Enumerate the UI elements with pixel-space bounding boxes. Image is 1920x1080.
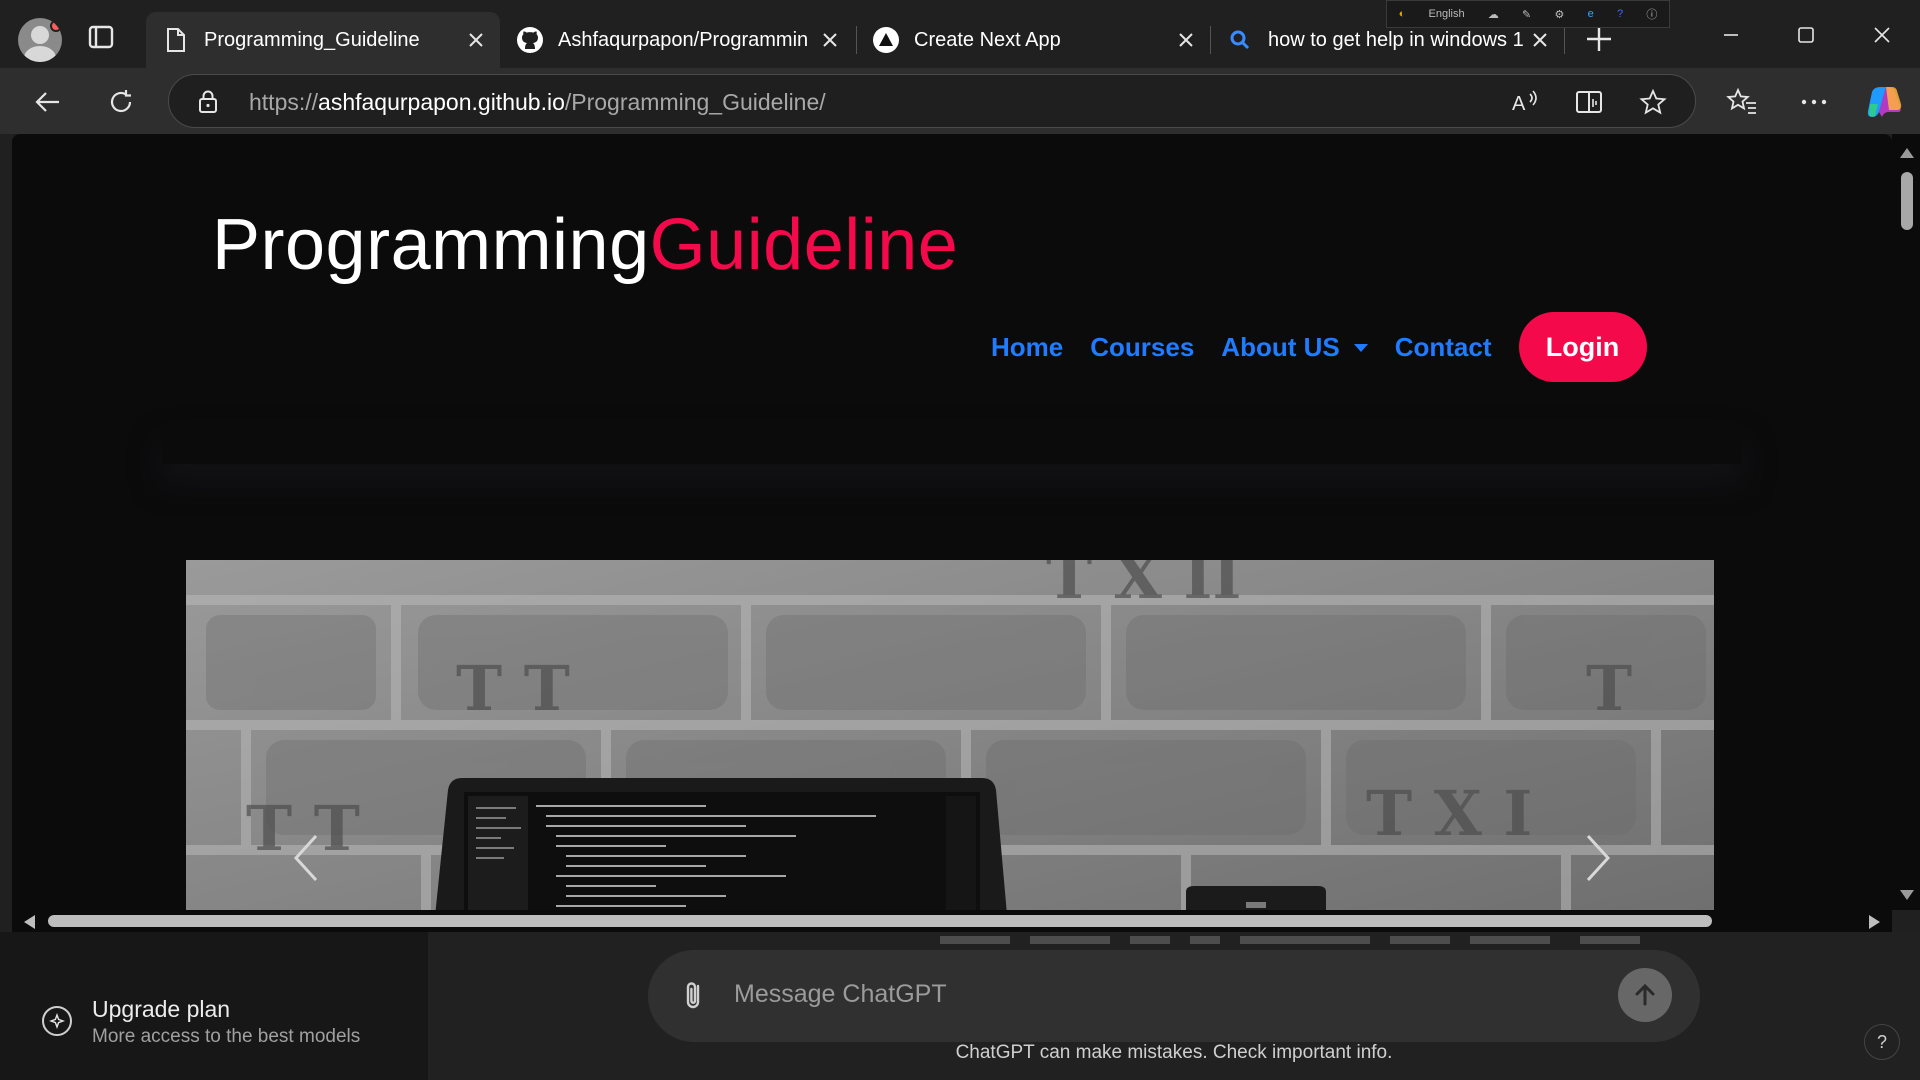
vertical-scrollbar[interactable]	[1892, 134, 1920, 910]
scroll-down-icon[interactable]	[1900, 890, 1914, 900]
tab-title: how to get help in windows 1	[1268, 28, 1524, 51]
github-icon	[516, 26, 544, 54]
caret-down-icon	[1353, 344, 1368, 352]
maximize-button[interactable]	[1786, 18, 1826, 52]
chatgpt-background-window: Upgrade plan More access to the best mod…	[0, 932, 1920, 1080]
chatgpt-composer[interactable]: Message ChatGPT	[648, 950, 1700, 1042]
page-icon	[162, 26, 190, 54]
svg-text:T: T	[1586, 652, 1632, 725]
hero-image: T X II T T T T T X I T	[186, 560, 1714, 926]
scroll-right-icon[interactable]	[1869, 915, 1880, 929]
tab-create-next-app[interactable]: Create Next App	[856, 12, 1210, 68]
upgrade-plan-title[interactable]: Upgrade plan	[92, 996, 230, 1023]
chatgpt-disclaimer: ChatGPT can make mistakes. Check importa…	[955, 1042, 1393, 1063]
scroll-left-icon[interactable]	[24, 915, 35, 929]
language-bar-widget[interactable]: ◐ English ☁ ✎ ⚙ e ? ⓘ	[1386, 0, 1670, 28]
header-shadow	[162, 424, 1742, 464]
info-icon: ⓘ	[1646, 9, 1658, 21]
svg-text:T X I: T X I	[1366, 777, 1532, 850]
search-icon	[1226, 26, 1254, 54]
profile-avatar[interactable]	[18, 18, 62, 62]
nav-contact-link[interactable]: Contact	[1395, 332, 1492, 363]
svg-text:T T: T T	[456, 652, 570, 725]
close-tab-icon[interactable]	[462, 26, 490, 54]
paperclip-icon[interactable]	[678, 978, 710, 1014]
carousel-next-icon[interactable]	[1578, 828, 1618, 888]
message-input[interactable]: Message ChatGPT	[734, 980, 947, 1009]
edge-icon: e	[1587, 8, 1594, 20]
back-button[interactable]	[28, 82, 68, 122]
copilot-icon[interactable]	[1864, 82, 1904, 122]
lock-icon[interactable]	[195, 88, 221, 114]
tab-title: Programming_Guideline	[204, 28, 420, 51]
read-aloud-icon[interactable]: A	[1509, 87, 1541, 117]
close-tab-icon[interactable]	[1526, 26, 1554, 54]
settings-icon: ⚙	[1554, 8, 1565, 21]
tab-strip: Programming_Guideline Ashfaqurpapon/Prog…	[0, 0, 1920, 68]
horizontal-scrollbar[interactable]	[12, 910, 1892, 932]
tab-github-repo[interactable]: Ashfaqurpapon/Programmin	[500, 12, 854, 68]
svg-text:A: A	[1512, 93, 1526, 115]
tab-title: Ashfaqurpapon/Programmin	[558, 28, 809, 51]
close-tab-icon[interactable]	[816, 26, 844, 54]
arrow-up-icon	[1635, 983, 1655, 1006]
address-bar[interactable]: https://ashfaqurpapon.github.io/Programm…	[168, 74, 1696, 128]
url-text[interactable]: https://ashfaqurpapon.github.io/Programm…	[249, 89, 826, 116]
nav-about-dropdown[interactable]: About US	[1221, 331, 1368, 363]
hero-carousel[interactable]: T X II T T T T T X I T	[186, 560, 1714, 926]
language-label: English	[1428, 8, 1465, 20]
help-button[interactable]: ?	[1864, 1024, 1900, 1060]
nav-about-label: About US	[1221, 331, 1340, 362]
favorite-star-icon[interactable]	[1637, 87, 1669, 117]
vertical-scroll-thumb[interactable]	[1901, 172, 1913, 230]
status-strip-graphic	[940, 936, 1640, 944]
vercel-triangle-icon	[872, 26, 900, 54]
screen: Programming_Guideline Ashfaqurpapon/Prog…	[0, 0, 1920, 1080]
carousel-prev-icon[interactable]	[286, 828, 326, 888]
url-path: /Programming_Guideline/	[564, 89, 826, 115]
upgrade-plan-icon[interactable]	[42, 1006, 72, 1036]
cloud-icon: ☁	[1487, 8, 1499, 21]
svg-text:T X II: T X II	[1046, 560, 1241, 613]
brand-accent-text: Guideline	[649, 205, 959, 285]
scroll-up-icon[interactable]	[1900, 148, 1914, 158]
pen-icon: ✎	[1522, 8, 1532, 21]
web-page: ProgrammingGuideline Home Courses About …	[12, 134, 1892, 926]
close-tab-icon[interactable]	[1172, 26, 1200, 54]
tab-actions-icon[interactable]	[86, 22, 116, 52]
tab-separator	[1564, 26, 1565, 54]
nav-home-link[interactable]: Home	[991, 332, 1063, 363]
language-indicator-icon: ◐	[1398, 8, 1406, 20]
help-icon: ?	[1616, 8, 1624, 20]
login-button[interactable]: Login	[1518, 312, 1647, 382]
browser-toolbar: https://ashfaqurpapon.github.io/Programm…	[0, 68, 1920, 134]
site-navbar: Home Courses About US Contact Login	[991, 312, 1647, 382]
tab-programming-guideline[interactable]: Programming_Guideline	[146, 12, 500, 68]
minimize-button[interactable]	[1711, 18, 1751, 52]
horizontal-scroll-thumb[interactable]	[48, 915, 1712, 927]
url-host: ashfaqurpapon.github.io	[318, 89, 565, 115]
refresh-button[interactable]	[101, 82, 141, 122]
send-button[interactable]	[1618, 968, 1672, 1022]
more-menu-icon[interactable]	[1794, 82, 1834, 122]
url-scheme: https://	[249, 89, 319, 115]
brand-main-text: Programming	[212, 205, 650, 285]
notification-dot	[50, 20, 62, 32]
laptop-illustration	[434, 778, 1008, 926]
site-logo[interactable]: ProgrammingGuideline	[212, 204, 958, 286]
close-window-button[interactable]	[1862, 18, 1902, 52]
immersive-reader-icon[interactable]	[1573, 87, 1605, 117]
nav-courses-link[interactable]: Courses	[1090, 332, 1194, 363]
tab-title: Create Next App	[914, 28, 1061, 51]
favorites-button[interactable]	[1722, 82, 1762, 122]
